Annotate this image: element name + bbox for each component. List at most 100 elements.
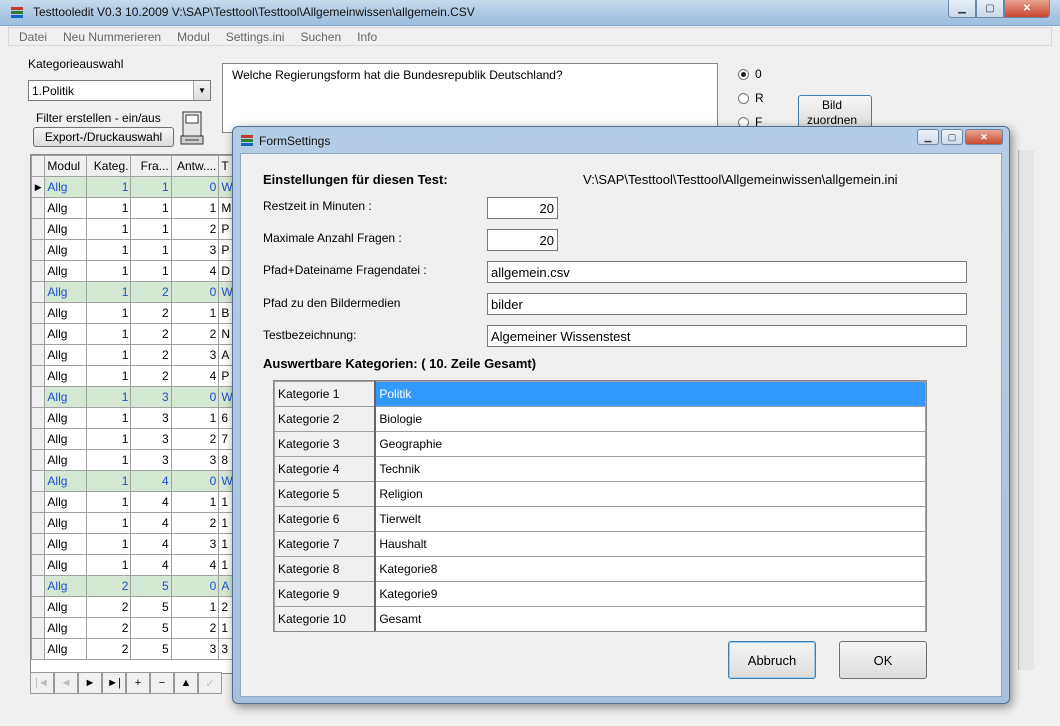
cell-kategorie[interactable]: 1 [85, 449, 132, 471]
delete-record-button[interactable]: − [150, 672, 174, 694]
kategorie-value-cell[interactable]: Politik [374, 381, 926, 407]
col-header-antwort[interactable]: Antw.... [170, 155, 220, 177]
cell-modul[interactable]: Allg [44, 554, 87, 576]
table-row[interactable]: Allg 1 3 2 7 [31, 428, 239, 450]
pfad-bilder-input[interactable]: bilder [487, 293, 967, 315]
post-record-button[interactable]: ✓ [198, 672, 222, 694]
bild-zuordnen-button[interactable]: Bild zuordnen [798, 95, 872, 129]
table-row[interactable]: Allg 1 2 0 W [31, 281, 239, 303]
kategorien-grid[interactable]: Kategorie 1 Politik Kategorie 2 Biologie Kat… [273, 380, 927, 632]
cell-modul[interactable]: Allg [44, 386, 87, 408]
cell-modul[interactable]: Allg [44, 260, 87, 282]
kategorie-row[interactable]: Kategorie 7 Haushalt [274, 531, 926, 557]
pfad-datei-input[interactable]: allgemein.csv [487, 261, 967, 283]
cell-frage[interactable]: 1 [130, 176, 172, 198]
menu-suchen[interactable]: Suchen [290, 30, 347, 44]
cell-antwort[interactable]: 0 [170, 176, 220, 198]
questions-grid[interactable]: Modul Kateg. Fra... Antw.... T ▶ Allg 1 1 0 W… [30, 154, 240, 674]
cell-antwort[interactable]: 4 [170, 554, 220, 576]
kategorie-row[interactable]: Kategorie 9 Kategorie9 [274, 581, 926, 607]
cell-antwort[interactable]: 1 [170, 596, 220, 618]
prev-record-button[interactable]: ◄ [54, 672, 78, 694]
dialog-maximize-button[interactable]: ▢ [941, 129, 963, 145]
table-row[interactable]: Allg 2 5 1 2 [31, 596, 239, 618]
table-row[interactable]: Allg 1 1 1 M [31, 197, 239, 219]
cell-antwort[interactable]: 0 [170, 470, 220, 492]
table-row[interactable]: Allg 1 1 2 P [31, 218, 239, 240]
kategorie-value-cell[interactable]: Geographie [374, 431, 926, 457]
cell-antwort[interactable]: 0 [170, 386, 220, 408]
cell-kategorie[interactable]: 1 [85, 428, 132, 450]
cell-kategorie[interactable]: 1 [85, 407, 132, 429]
cell-kategorie[interactable]: 1 [85, 302, 132, 324]
cell-frage[interactable]: 2 [130, 344, 172, 366]
table-row[interactable]: Allg 1 2 4 P [31, 365, 239, 387]
last-record-button[interactable]: ►| [102, 672, 126, 694]
kategorie-row[interactable]: Kategorie 8 Kategorie8 [274, 556, 926, 582]
testbezeichnung-input[interactable]: Algemeiner Wissenstest [487, 325, 967, 347]
col-header-frage[interactable]: Fra... [130, 155, 172, 177]
table-row[interactable]: Allg 1 2 2 N [31, 323, 239, 345]
table-row[interactable]: Allg 2 5 0 A [31, 575, 239, 597]
close-button[interactable]: ✕ [1004, 0, 1050, 18]
printer-icon[interactable] [180, 110, 204, 146]
table-row[interactable]: Allg 1 2 1 B [31, 302, 239, 324]
menu-neu-nummerieren[interactable]: Neu Nummerieren [53, 30, 167, 44]
kategorie-row[interactable]: Kategorie 5 Religion [274, 481, 926, 507]
table-row[interactable]: Allg 1 1 3 P [31, 239, 239, 261]
dialog-minimize-button[interactable]: ▁ [917, 129, 939, 145]
cell-kategorie[interactable]: 1 [85, 260, 132, 282]
kategorie-row[interactable]: Kategorie 10 Gesamt [274, 606, 926, 631]
cell-antwort[interactable]: 1 [170, 491, 220, 513]
cell-kategorie[interactable]: 1 [85, 281, 132, 303]
cell-modul[interactable]: Allg [44, 575, 87, 597]
cell-kategorie[interactable]: 1 [85, 365, 132, 387]
cell-frage[interactable]: 2 [130, 302, 172, 324]
kategorie-row[interactable]: Kategorie 6 Tierwelt [274, 506, 926, 532]
table-row[interactable]: Allg 1 4 3 1 [31, 533, 239, 555]
cell-antwort[interactable]: 3 [170, 533, 220, 555]
cell-modul[interactable]: Allg [44, 596, 87, 618]
cell-kategorie[interactable]: 1 [85, 554, 132, 576]
cell-kategorie[interactable]: 1 [85, 218, 132, 240]
kategorie-value-cell[interactable]: Haushalt [374, 531, 926, 557]
table-row[interactable]: Allg 1 2 3 A [31, 344, 239, 366]
cell-antwort[interactable]: 0 [170, 575, 220, 597]
cell-antwort[interactable]: 3 [170, 344, 220, 366]
cell-antwort[interactable]: 2 [170, 323, 220, 345]
cell-modul[interactable]: Allg [44, 428, 87, 450]
cell-frage[interactable]: 2 [130, 281, 172, 303]
cell-modul[interactable]: Allg [44, 407, 87, 429]
cell-modul[interactable]: Allg [44, 197, 87, 219]
kategorie-value-cell[interactable]: Gesamt [374, 606, 926, 631]
cell-frage[interactable]: 2 [130, 365, 172, 387]
cell-kategorie[interactable]: 2 [85, 638, 132, 660]
cell-modul[interactable]: Allg [44, 512, 87, 534]
kategorie-row[interactable]: Kategorie 1 Politik [274, 381, 926, 407]
cell-modul[interactable]: Allg [44, 323, 87, 345]
cell-kategorie[interactable]: 1 [85, 386, 132, 408]
table-row[interactable]: Allg 1 4 2 1 [31, 512, 239, 534]
cell-frage[interactable]: 5 [130, 617, 172, 639]
table-row[interactable]: Allg 1 1 4 D [31, 260, 239, 282]
menu-datei[interactable]: Datei [9, 30, 53, 44]
kategorie-value-cell[interactable]: Technik [374, 456, 926, 482]
menu-modul[interactable]: Modul [167, 30, 216, 44]
abbruch-button[interactable]: Abbruch [728, 641, 816, 679]
cell-frage[interactable]: 1 [130, 260, 172, 282]
kategorie-value-cell[interactable]: Kategorie8 [374, 556, 926, 582]
next-record-button[interactable]: ► [78, 672, 102, 694]
cell-kategorie[interactable]: 1 [85, 491, 132, 513]
cell-frage[interactable]: 3 [130, 407, 172, 429]
minimize-button[interactable]: ▁ [948, 0, 976, 18]
cell-modul[interactable]: Allg [44, 281, 87, 303]
radio-r[interactable]: R [738, 91, 764, 105]
cell-kategorie[interactable]: 1 [85, 197, 132, 219]
restzeit-input[interactable]: 20 [487, 197, 558, 219]
question-field[interactable]: Welche Regierungsform hat die Bundesrepu… [222, 63, 718, 133]
edit-record-button[interactable]: ▲ [174, 672, 198, 694]
dialog-close-button[interactable]: ✕ [965, 129, 1003, 145]
cell-frage[interactable]: 4 [130, 554, 172, 576]
kategorie-row[interactable]: Kategorie 3 Geographie [274, 431, 926, 457]
radio-0[interactable]: 0 [738, 67, 762, 81]
